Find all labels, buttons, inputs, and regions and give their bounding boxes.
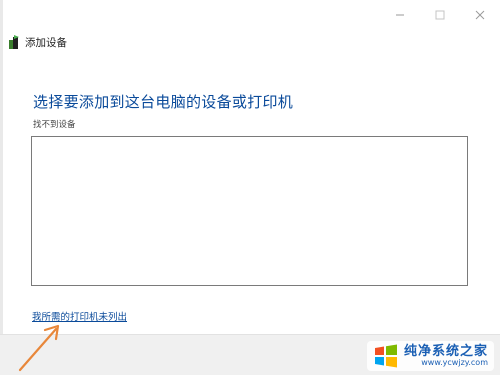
close-button[interactable]: [460, 0, 500, 30]
close-icon: [475, 10, 485, 20]
window-left-edge: [0, 0, 3, 375]
watermark: 纯净系统之家 www.ycwjzy.com: [366, 341, 494, 371]
wizard-back-icon[interactable]: [8, 34, 20, 50]
title-bar[interactable]: [0, 0, 500, 30]
watermark-url: www.ycwjzy.com: [421, 357, 488, 367]
page-title: 选择要添加到这台电脑的设备或打印机: [33, 93, 294, 111]
maximize-icon: [435, 10, 445, 20]
wizard-header: 添加设备: [8, 34, 67, 50]
device-list[interactable]: [31, 136, 468, 286]
search-status-text: 找不到设备: [33, 120, 76, 130]
window-controls: [380, 0, 500, 30]
add-device-window: 添加设备 选择要添加到这台电脑的设备或打印机 找不到设备 我所需的打印机未列出 …: [0, 0, 500, 375]
minimize-button[interactable]: [380, 0, 420, 30]
maximize-button[interactable]: [420, 0, 460, 30]
wizard-title: 添加设备: [25, 36, 67, 49]
windows-logo-icon: [374, 344, 397, 368]
printer-not-listed-link[interactable]: 我所需的打印机未列出: [32, 309, 127, 323]
watermark-title: 纯净系统之家: [403, 343, 488, 359]
minimize-icon: [396, 14, 404, 16]
